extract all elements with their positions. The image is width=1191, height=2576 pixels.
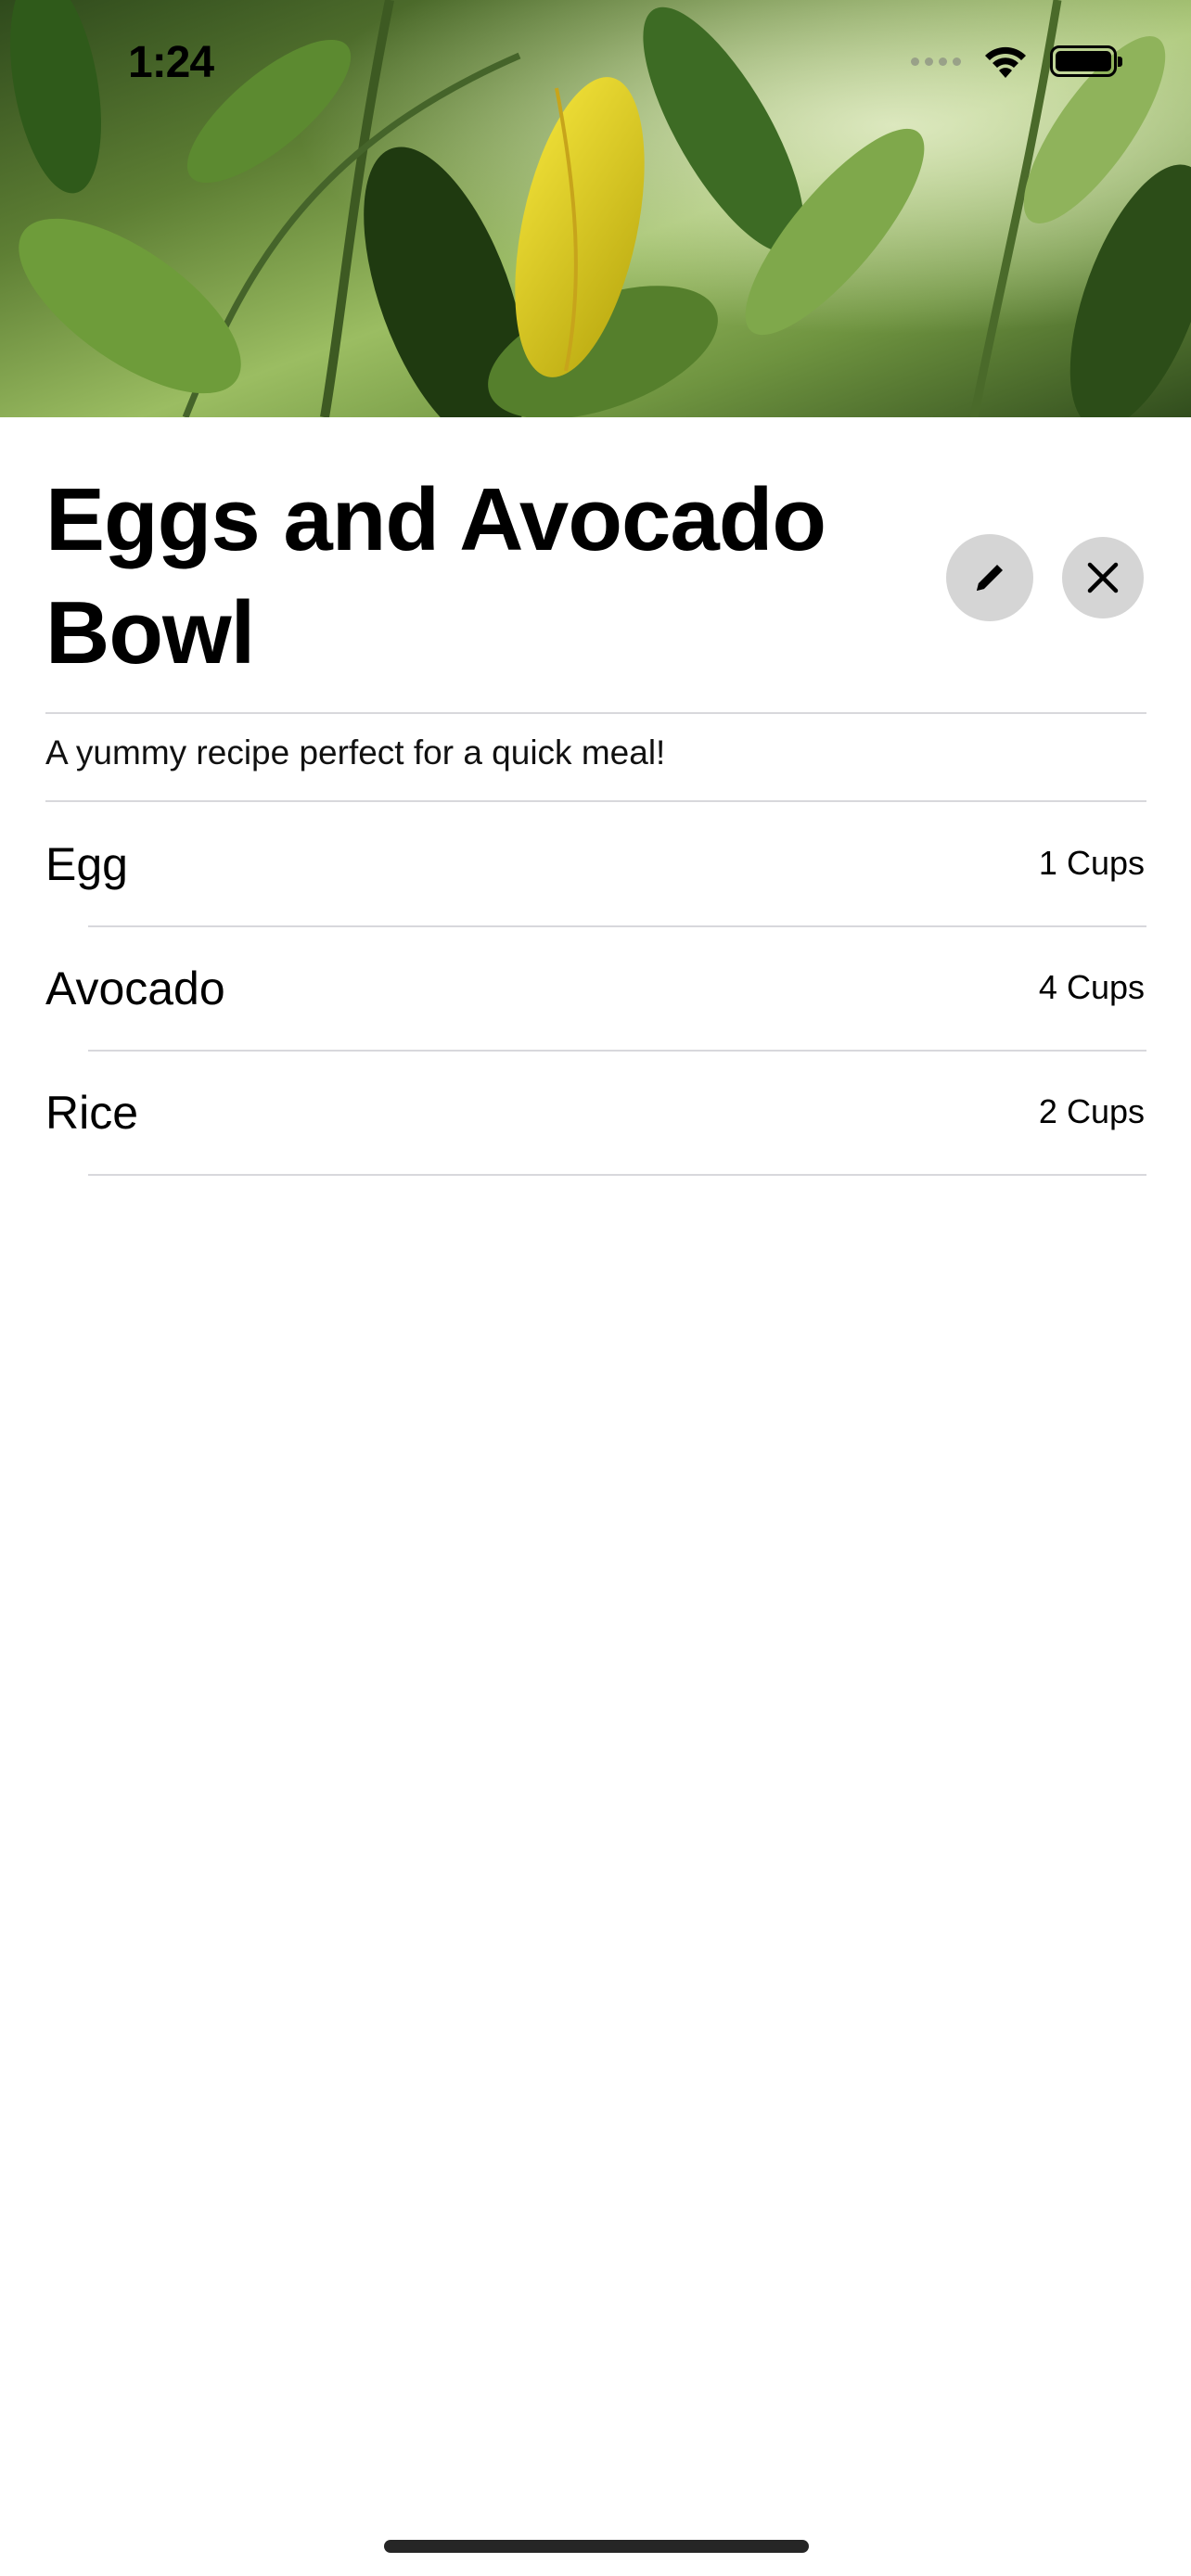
pencil-icon: [977, 565, 1003, 591]
ingredient-quantity: 1 Cups: [1038, 844, 1145, 882]
description-divider: [45, 800, 1146, 802]
status-time: 1:24: [128, 38, 214, 87]
recipe-title: Eggs and Avocado Bowl: [45, 470, 826, 682]
wifi-icon: [985, 46, 1026, 78]
battery-icon: [1050, 45, 1122, 77]
cellular-icon: [911, 57, 961, 66]
row-separator: [88, 1174, 1146, 1176]
ingredient-quantity: 4 Cups: [1038, 968, 1145, 1006]
ingredient-row[interactable]: Avocado 4 Cups: [0, 927, 1191, 1052]
ingredient-name: Egg: [45, 838, 128, 890]
ingredient-list: Egg 1 Cups Avocado 4 Cups Rice 2 Cups: [0, 803, 1191, 1176]
edit-button[interactable]: [946, 534, 1033, 621]
close-icon: [1087, 562, 1119, 593]
title-divider: [45, 712, 1146, 714]
ingredient-row[interactable]: Rice 2 Cups: [0, 1052, 1191, 1176]
ingredient-row[interactable]: Egg 1 Cups: [0, 803, 1191, 927]
ingredient-name: Avocado: [45, 963, 225, 1014]
ingredient-name: Rice: [45, 1087, 139, 1139]
home-indicator[interactable]: [384, 2540, 809, 2553]
status-icons: [911, 43, 1122, 80]
ingredient-quantity: 2 Cups: [1038, 1092, 1145, 1130]
recipe-detail-screen: 1:24 Eggs and Avocado Bowl A yummy recip…: [0, 0, 1191, 2576]
recipe-description: A yummy recipe perfect for a quick meal!: [45, 733, 666, 772]
close-button[interactable]: [1062, 537, 1144, 618]
